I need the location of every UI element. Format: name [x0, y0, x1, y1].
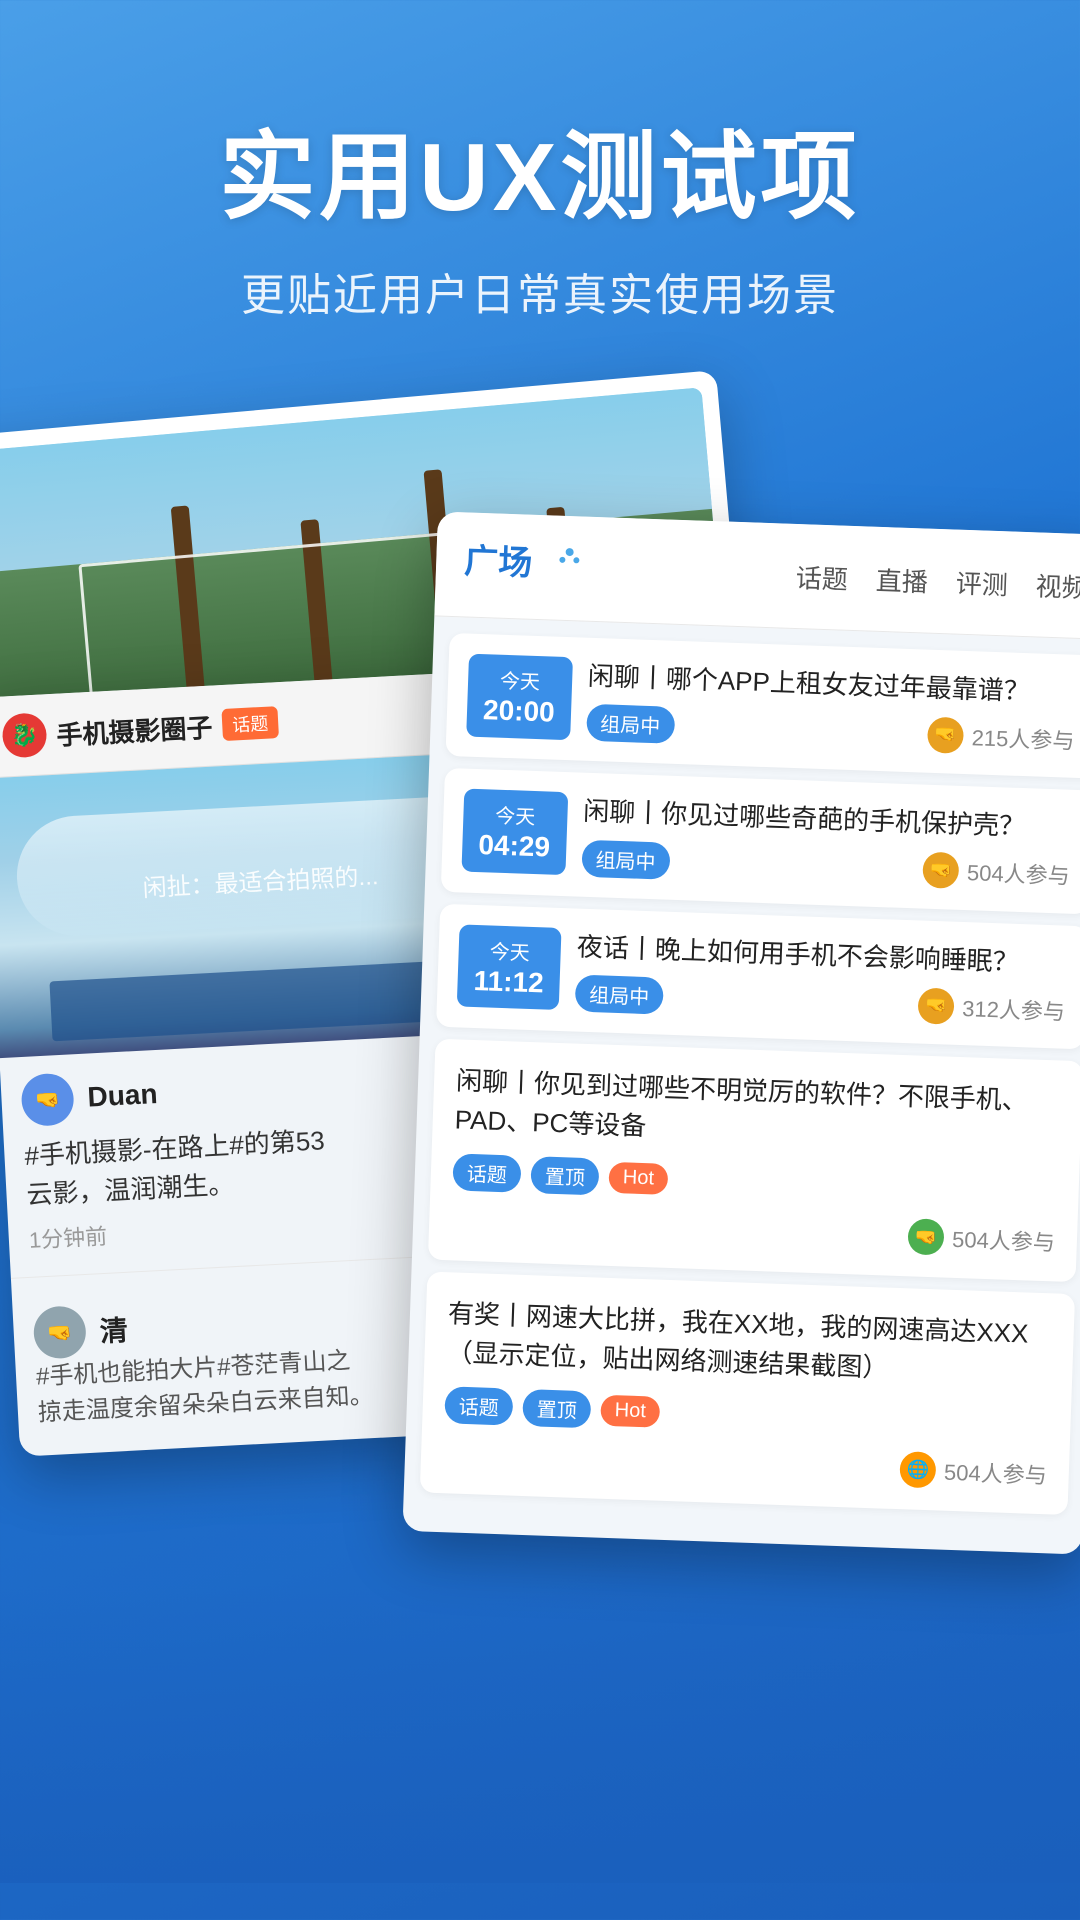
- sub-title: 更贴近用户日常真实使用场景: [0, 259, 1080, 323]
- forum-logo-text: 广场: [463, 535, 585, 599]
- forum-item-content-3: 夜话丨晚上如何用手机不会影响睡眠？ 组局中 🤜 312人参与: [575, 929, 1068, 1029]
- nav-huati[interactable]: 话题: [795, 558, 848, 597]
- participant-icon-1: 🤜: [927, 717, 964, 754]
- forum-nav: 话题 直播 评测 视频: [795, 558, 1080, 605]
- tag-zhiding-1[interactable]: 置顶: [530, 1156, 599, 1195]
- nav-zhibo[interactable]: 直播: [875, 560, 928, 599]
- forum-item-title-1: 闲聊丨哪个APP上租女友过年最靠谱？: [587, 658, 1076, 711]
- nav-shipin[interactable]: 视频: [1035, 566, 1080, 605]
- main-title: 实用UX测试项: [0, 120, 1080, 235]
- time-clock-2: 04:29: [478, 829, 551, 865]
- plain-participants-2: 504人参与: [944, 1455, 1048, 1491]
- forum-item-title-3: 夜话丨晚上如何用手机不会影响睡眠？: [576, 929, 1067, 982]
- time-badge-1: 今天 20:00: [466, 654, 572, 740]
- time-badge-2: 今天 04:29: [461, 789, 567, 875]
- plain-item-bottom-1: 🤜 504人参与: [451, 1203, 1056, 1260]
- time-today-3: 今天: [474, 935, 545, 966]
- tag-hot-1[interactable]: Hot: [608, 1162, 668, 1195]
- forum-item-1[interactable]: 今天 20:00 闲聊丨哪个APP上租女友过年最靠谱？ 组局中 🤜 215人参与: [445, 633, 1080, 779]
- forum-item-2[interactable]: 今天 04:29 闲聊丨你见过哪些奇葩的手机保护壳？ 组局中 🤜 504人参与: [441, 768, 1080, 914]
- forum-list: 今天 20:00 闲聊丨哪个APP上租女友过年最靠谱？ 组局中 🤜 215人参与: [403, 617, 1080, 1532]
- time-today-2: 今天: [479, 800, 552, 831]
- plain-item-bottom-2: 🌐 504人参与: [443, 1436, 1048, 1493]
- svg-text:广场: 广场: [464, 543, 533, 583]
- participants-count-2: 504人参与: [966, 856, 1070, 892]
- channel-avatar: 🐉: [1, 712, 47, 758]
- time-clock-1: 20:00: [483, 693, 556, 729]
- participants-2: 🤜 504人参与: [922, 852, 1070, 893]
- tag-hot-2[interactable]: Hot: [600, 1395, 660, 1428]
- participants-count-1: 215人参与: [971, 720, 1075, 756]
- nav-pingce[interactable]: 评测: [955, 563, 1008, 602]
- header-section: 实用UX测试项 更贴近用户日常真实使用场景: [0, 0, 1080, 383]
- channel-tag: 话题: [221, 706, 279, 741]
- post1-avatar: 🤜: [20, 1073, 75, 1128]
- participant-icon-plain-2: 🌐: [900, 1452, 937, 1489]
- forum-plain-item-1[interactable]: 闲聊丨你见到过哪些不明觉厉的软件？不限手机、PAD、PC等设备 话题 置顶 Ho…: [428, 1039, 1080, 1282]
- forum-logo: 广场: [463, 535, 585, 599]
- plain-item-tags-2: 话题 置顶 Hot: [444, 1387, 1049, 1445]
- tag-huati-1[interactable]: 话题: [452, 1154, 521, 1193]
- participants-1: 🤜 215人参与: [927, 717, 1075, 758]
- forum-item-3[interactable]: 今天 11:12 夜话丨晚上如何用手机不会影响睡眠？ 组局中 🤜 312人参与: [436, 904, 1080, 1050]
- participants-3: 🤜 312人参与: [918, 987, 1066, 1028]
- plain-item-title-1: 闲聊丨你见到过哪些不明觉厉的软件？不限手机、PAD、PC等设备: [454, 1062, 1060, 1161]
- participant-icon-plain-1: 🤜: [908, 1219, 945, 1256]
- forum-plain-item-2[interactable]: 有奖丨网速大比拼，我在XX地，我的网速高达XXX（显示定位，贴出网络测速结果截图…: [420, 1272, 1075, 1515]
- participant-icon-3: 🤜: [918, 987, 955, 1024]
- time-today-1: 今天: [484, 664, 557, 695]
- status-badge-3: 组局中: [575, 975, 664, 1015]
- plain-participants-1: 504人参与: [952, 1222, 1056, 1258]
- forum-card: 广场 话题 直播 评测 视频 今天: [402, 512, 1080, 1555]
- status-badge-2: 组局中: [581, 840, 670, 880]
- forum-item-content-1: 闲聊丨哪个APP上租女友过年最靠谱？ 组局中 🤜 215人参与: [586, 658, 1077, 758]
- post2-avatar: 🤜: [32, 1305, 87, 1360]
- channel-name: 手机摄影圈子: [56, 707, 214, 752]
- status-badge-1: 组局中: [586, 704, 675, 744]
- time-clock-3: 11:12: [473, 964, 544, 1000]
- participants-count-3: 312人参与: [962, 991, 1066, 1027]
- plain-item-title-2: 有奖丨网速大比拼，我在XX地，我的网速高达XXX（显示定位，贴出网络测速结果截图…: [446, 1295, 1052, 1394]
- bottom-fade: [0, 1583, 1080, 1883]
- tag-zhiding-2[interactable]: 置顶: [522, 1389, 591, 1428]
- forum-item-title-2: 闲聊丨你见过哪些奇葩的手机保护壳？: [583, 793, 1072, 846]
- post2-username: 清: [99, 1309, 129, 1350]
- participant-icon-2: 🤜: [922, 852, 959, 889]
- time-badge-3: 今天 11:12: [457, 924, 562, 1010]
- plain-item-tags-1: 话题 置顶 Hot: [452, 1154, 1057, 1212]
- post1-username: Duan: [87, 1078, 159, 1114]
- forum-item-content-2: 闲聊丨你见过哪些奇葩的手机保护壳？ 组局中 🤜 504人参与: [581, 793, 1072, 893]
- cards-container: 🐉 手机摄影圈子 话题 闲扯：最适合拍照的... 🤜 Duan #手机摄影-在路…: [0, 403, 1080, 1883]
- tag-huati-2[interactable]: 话题: [444, 1387, 513, 1426]
